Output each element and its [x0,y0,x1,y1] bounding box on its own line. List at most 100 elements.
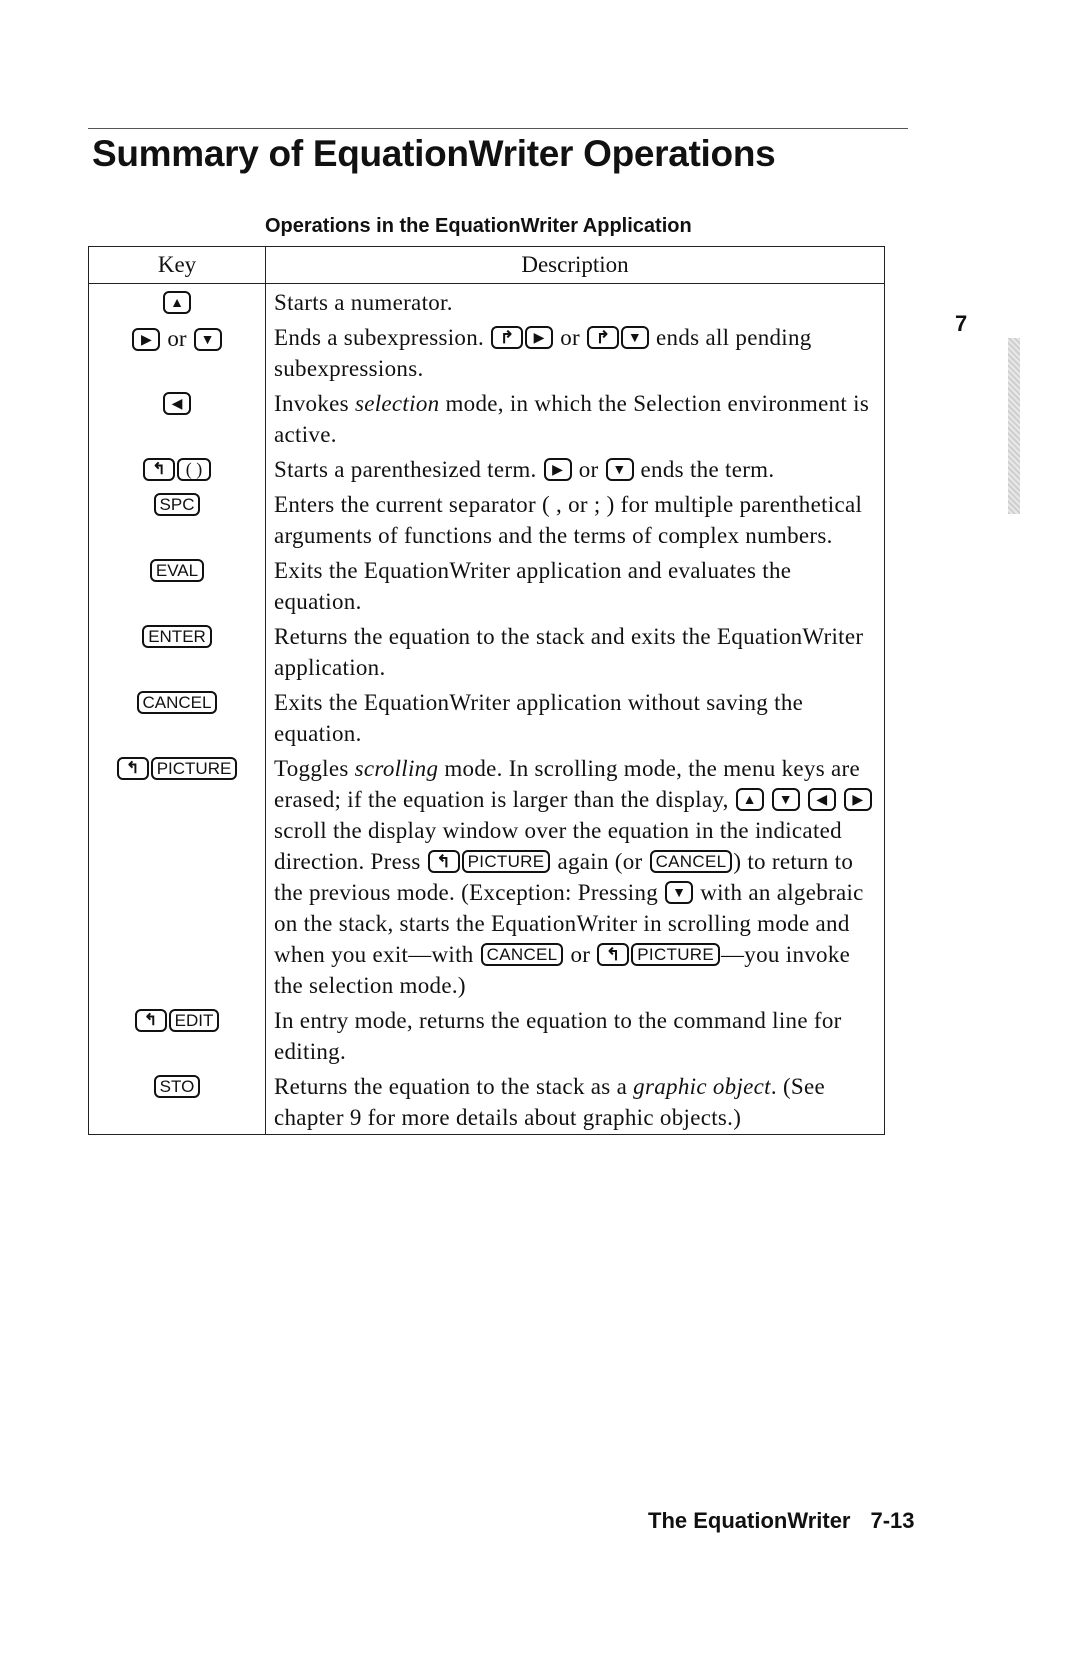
key-cell: EVAL [88,552,266,618]
description-cell: Exits the EquationWriter application and… [265,552,885,618]
description-text: Enters the current separator ( , or ; ) … [274,492,863,548]
table-row: EVAL Exits the EquationWriter application… [88,552,885,618]
description-text [801,787,807,812]
description-text: Toggles [274,756,355,781]
description-cell: Starts a parenthesized term. ▶ or ▼ ends… [265,451,885,486]
key-cell: ◀ [88,385,266,451]
down-arrow-key-icon: ▼ [605,458,634,482]
sto-key: STO [153,1075,201,1098]
description-text: or [554,325,586,350]
right-arrow-key-icon: ▶ [132,327,161,351]
table-row: ▲ Starts a numerator. [88,283,885,319]
emphasis-term: selection [354,391,440,416]
down-arrow-key-icon: ▼ [665,881,694,905]
right-arrow-key-icon: ▶ [843,788,872,812]
table-row: CANCEL Exits the EquationWriter applicati… [88,684,885,750]
description-text: again (or [551,849,649,874]
description-text: Returns the equation to the stack as a [274,1074,634,1099]
emphasis-term: graphic object [633,1074,771,1099]
down-arrow-key-icon: ▼ [193,327,222,351]
table-row: STO Returns the equation to the stack as … [88,1068,885,1135]
description-text: Invokes [274,391,355,416]
right-arrow-key-icon: ▶ [525,326,554,350]
description-text: ends the term. [634,457,775,482]
description-text: Starts a numerator. [274,290,453,315]
cancel-key: CANCEL [136,691,218,714]
right-arrow-key-icon: ▶ [543,458,572,482]
description-cell: Starts a numerator. [265,283,885,319]
cancel-key: CANCEL [480,943,564,967]
description-cell: Exits the EquationWriter application wit… [265,684,885,750]
cancel-key: CANCEL [649,850,733,874]
chapter-tab-marker [1008,338,1020,514]
key-cell: ▲ [88,283,266,319]
table-row: ▶ or ▼ Ends a subexpression. ↱ ▶ or ↱ ▼ ends … [88,319,885,385]
chapter-tab-number: 7 [955,311,968,336]
eval-key: EVAL [149,559,205,582]
up-arrow-key-icon: ▲ [735,788,764,812]
table-row: ENTER Returns the equation to the stack a… [88,618,885,684]
key-cell: SPC [88,486,266,552]
description-cell: Toggles scrolling mode. In scrolling mod… [265,750,885,1002]
section-title: Summary of EquationWriter Operations [92,133,776,174]
emphasis-term: scrolling [354,756,439,781]
or-text: or [167,326,187,351]
spc-key: SPC [153,493,201,516]
left-shift-key-icon: ↰ [143,458,175,481]
description-text: Starts a parenthesized term. [274,457,543,482]
picture-key: PICTURE [631,943,720,967]
key-cell: STO [88,1068,266,1135]
left-arrow-key-icon: ◀ [163,392,191,415]
table-row: ↰ EDIT In entry mode, returns the equation… [88,1002,885,1068]
picture-key: PICTURE [150,757,238,780]
description-cell: Enters the current separator ( , or ; ) … [265,486,885,552]
key-cell: CANCEL [88,684,266,750]
description-cell: Ends a subexpression. ↱ ▶ or ↱ ▼ ends all … [265,319,885,385]
table-row: ↰ PICTURE Toggles scrolling mode. In scrol… [88,750,885,1002]
description-text: Exits the EquationWriter application wit… [274,690,804,746]
description-text: Exits the EquationWriter application and… [274,558,792,614]
footer-chapter-title: The EquationWriter [648,1508,851,1533]
description-text: or [564,942,597,967]
description-cell: Invokes selection mode, in which the Sel… [265,385,885,451]
paren-key-icon: ( ) [177,458,211,481]
key-cell: ENTER [88,618,266,684]
table-row: ↰( ) Starts a parenthesized term. ▶ or ▼ … [88,451,885,486]
edit-key: EDIT [168,1009,220,1032]
up-arrow-key-icon: ▲ [163,291,191,314]
description-cell: Returns the equation to the stack and ex… [265,618,885,684]
down-arrow-key-icon: ▼ [771,788,800,812]
top-rule [88,128,908,129]
header-description: Description [265,246,885,284]
page-footer: The EquationWriter 7-13 [648,1508,915,1534]
table-header-row: Key Description [88,246,885,284]
table-row: SPC Enters the current separator ( , or ;… [88,486,885,552]
description-cell: Returns the equation to the stack as a g… [265,1068,885,1135]
description-text: Returns the equation to the stack and ex… [274,624,864,680]
operations-table: Key Description ▲ Starts a numerator. ▶ or ▼… [88,246,885,1135]
description-text: In entry mode, returns the equation to t… [274,1008,842,1064]
table-row: ◀ Invokes selection mode, in which the Se… [88,385,885,451]
description-text: Ends a subexpression. [274,325,491,350]
description-cell: In entry mode, returns the equation to t… [265,1002,885,1068]
left-shift-key-icon: ↰ [427,850,460,874]
header-key: Key [88,246,266,284]
description-text [837,787,843,812]
right-shift-key-icon: ↱ [491,326,524,350]
table-caption: Operations in the EquationWriter Applica… [265,215,692,237]
key-cell: ▶ or ▼ [88,319,266,385]
table-body: ▲ Starts a numerator. ▶ or ▼ Ends a subexpres… [88,283,885,1135]
left-arrow-key-icon: ◀ [807,788,836,812]
footer-page-number: 7-13 [870,1508,915,1533]
key-cell: ↰( ) [88,451,266,486]
description-text: or [572,457,605,482]
description-text [765,787,771,812]
left-shift-key-icon: ↰ [116,757,149,780]
left-shift-key-icon: ↰ [597,943,630,967]
down-arrow-key-icon: ▼ [621,326,649,350]
key-cell: ↰ EDIT [88,1002,266,1068]
enter-key: ENTER [142,625,212,648]
key-cell: ↰ PICTURE [88,750,266,1002]
left-shift-key-icon: ↰ [134,1009,167,1032]
right-shift-key-icon: ↱ [587,326,619,350]
